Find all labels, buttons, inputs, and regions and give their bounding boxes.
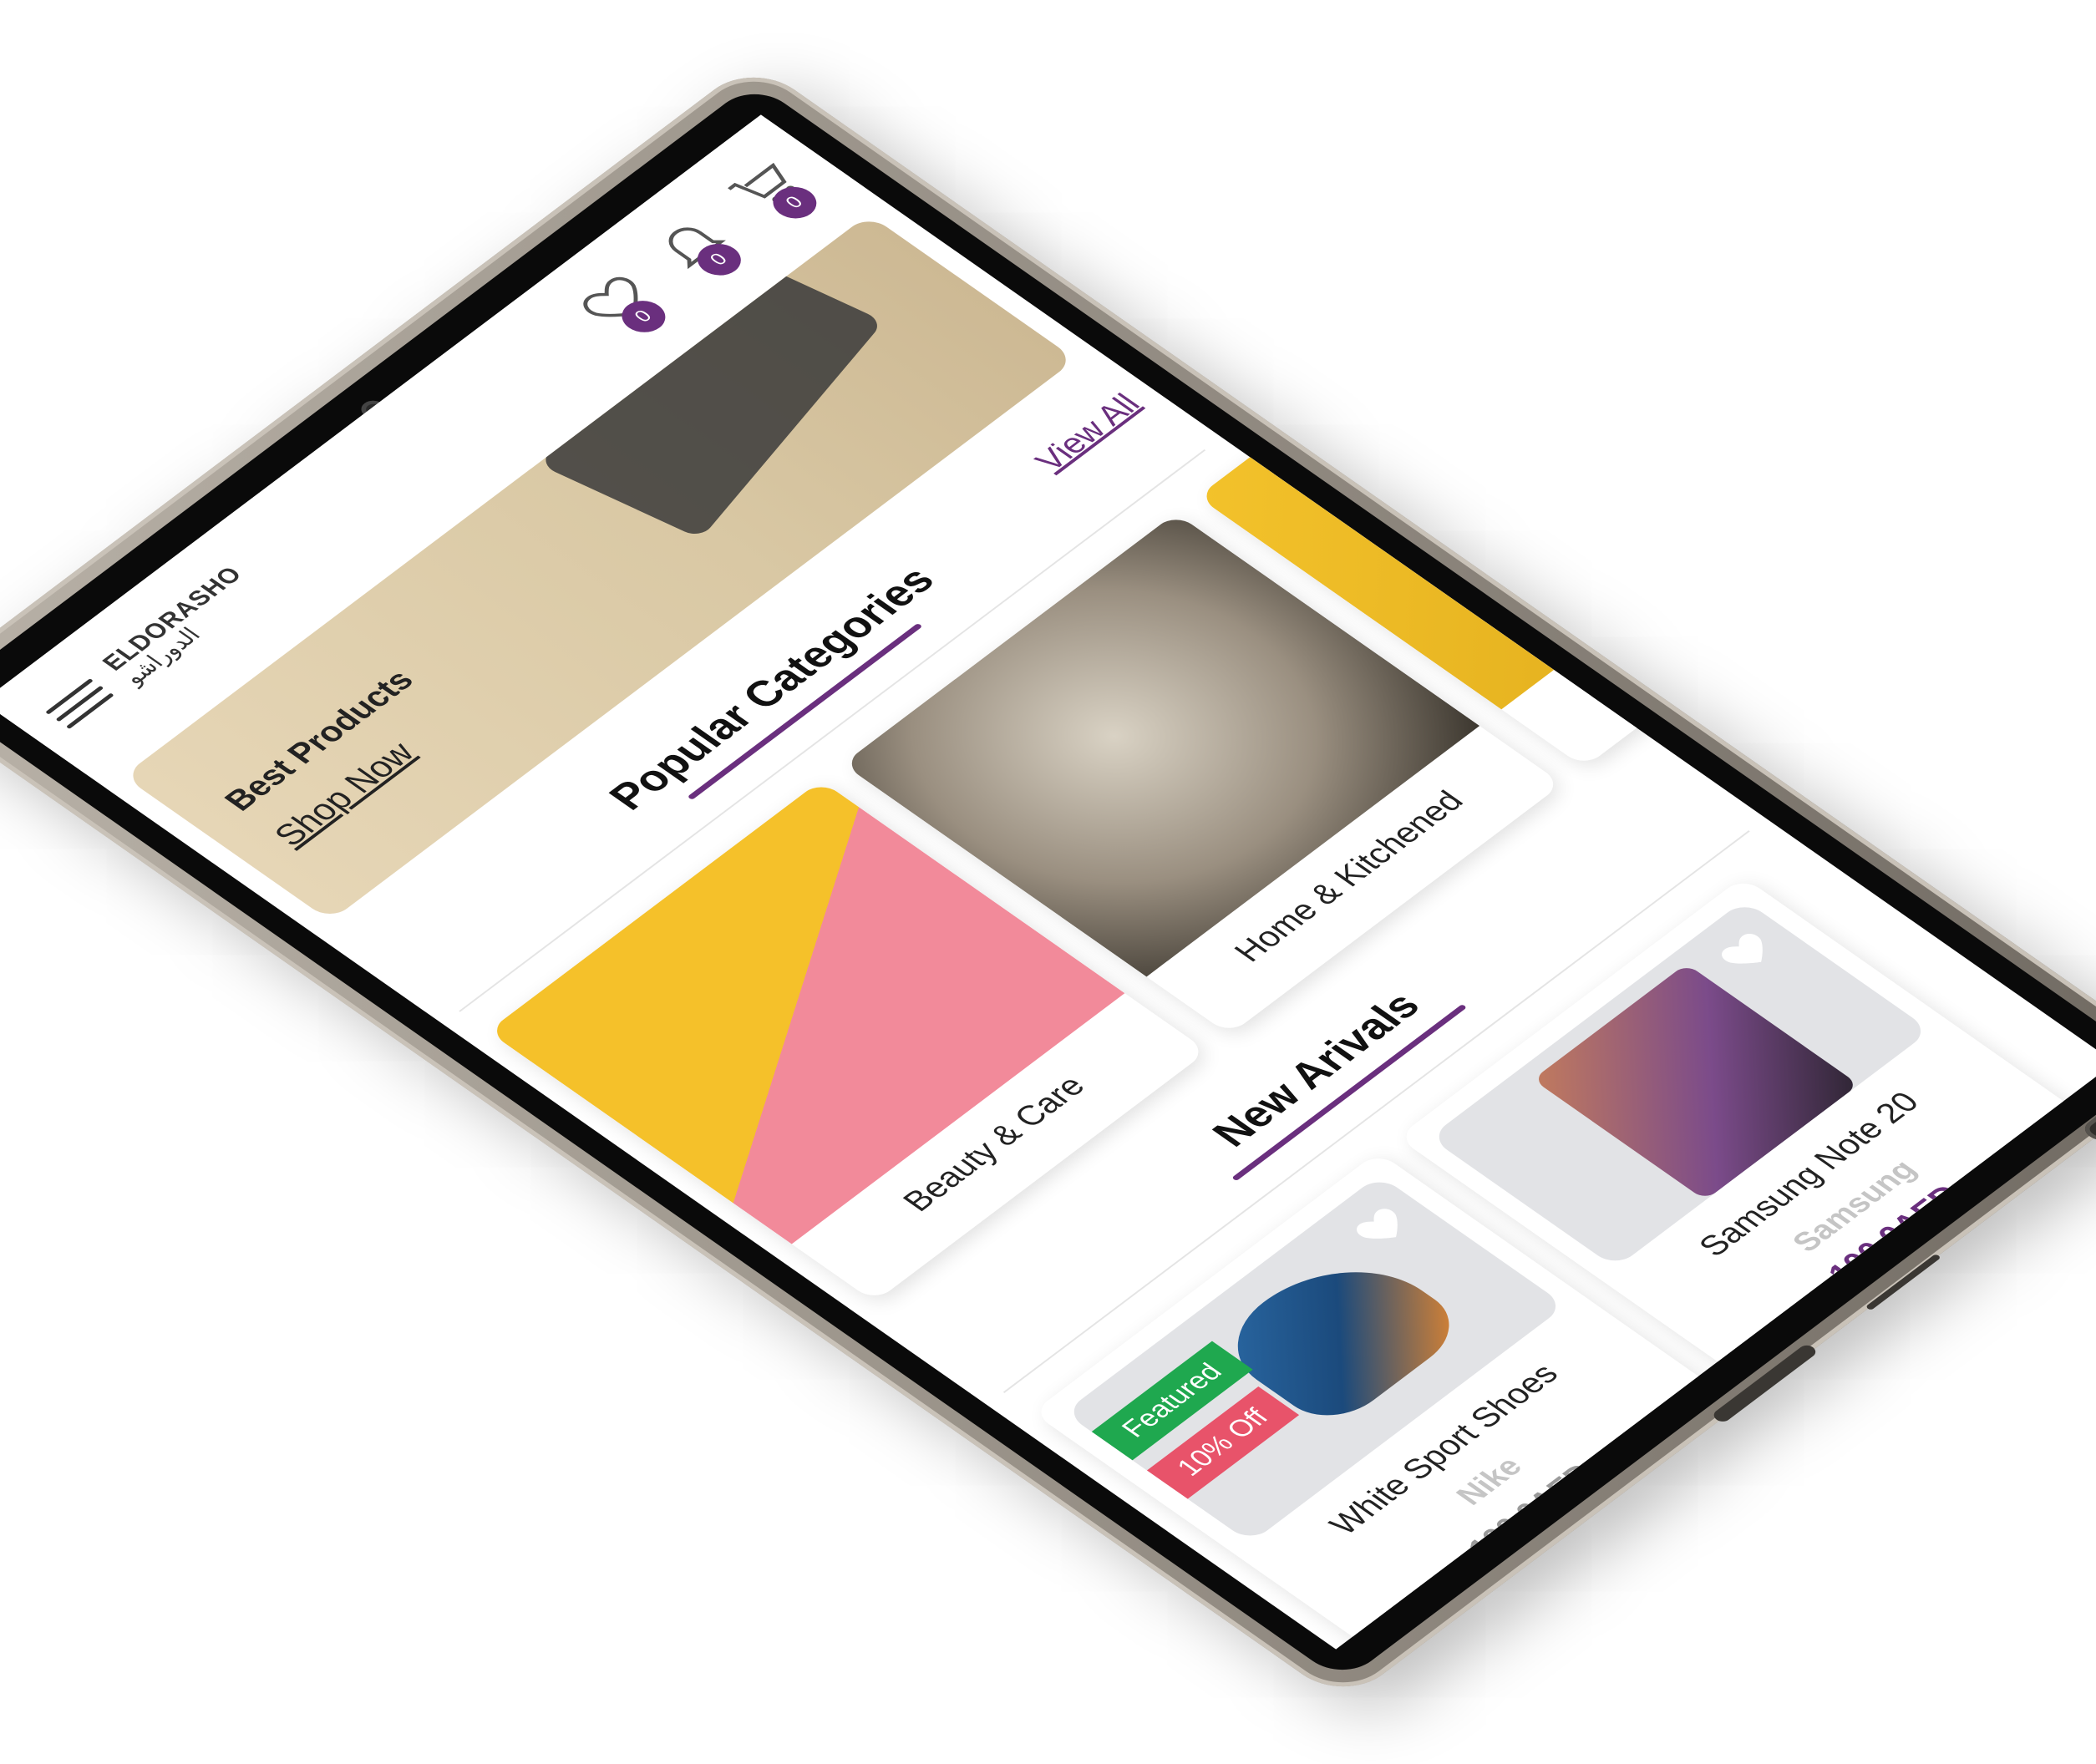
- notifications-button[interactable]: 0: [641, 207, 750, 282]
- category-label: [1501, 459, 1855, 724]
- star-icon: ★: [1618, 1523, 1687, 1574]
- star-icon: ★: [1552, 1572, 1621, 1623]
- star-icon: ★: [1585, 1548, 1655, 1598]
- phone-device: ELDORASHO الدوراشو 0 0 0 Best Products S…: [0, 60, 2096, 1704]
- cart-button[interactable]: 0: [716, 150, 825, 226]
- view-all-link[interactable]: View All: [1028, 388, 1148, 478]
- phone-screen: ELDORASHO الدوراشو 0 0 0 Best Products S…: [0, 114, 2096, 1650]
- star-icon: ★: [1520, 1597, 1589, 1648]
- star-icon: ★: [1651, 1498, 1720, 1549]
- favorite-heart-icon[interactable]: [1705, 922, 1785, 980]
- menu-icon[interactable]: [44, 677, 114, 729]
- favorite-heart-icon[interactable]: [1340, 1197, 1420, 1255]
- wishlist-button[interactable]: 0: [565, 264, 674, 339]
